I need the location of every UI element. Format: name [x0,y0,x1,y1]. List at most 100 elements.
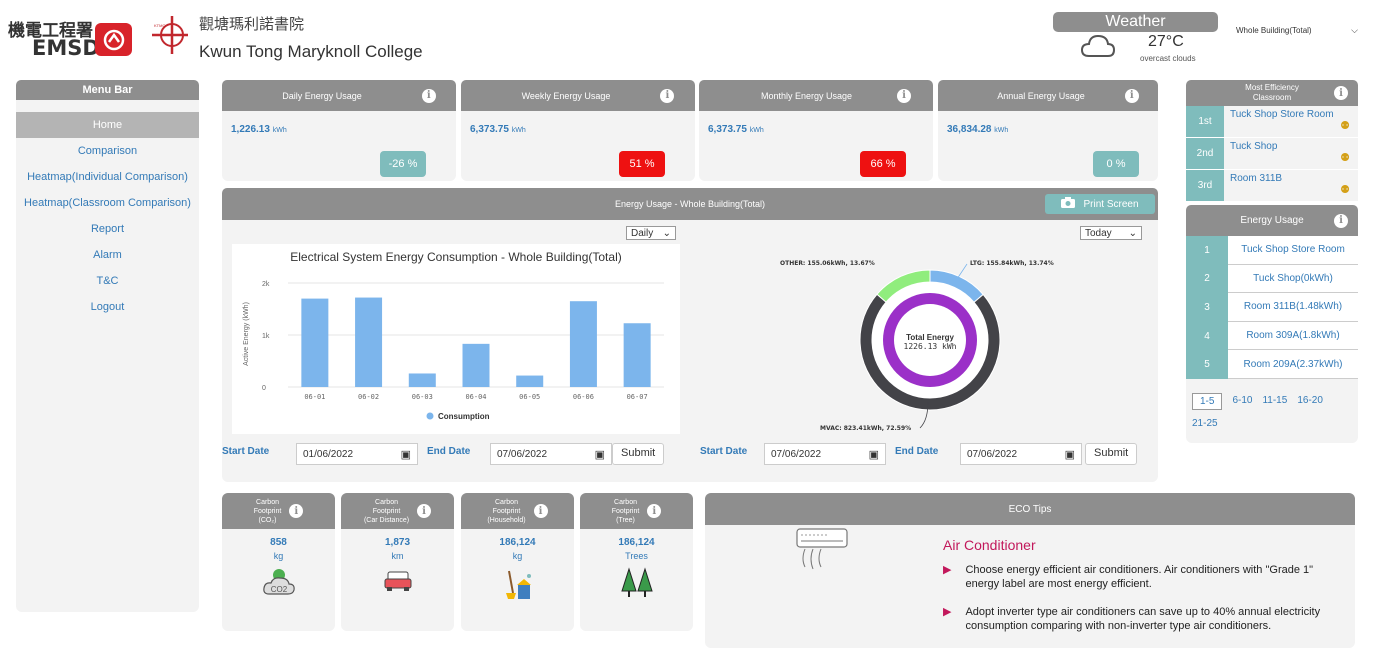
y-tick-label: 2k [262,281,270,288]
daily-usage-change: -26 % [380,151,426,177]
menu-item-heatmap-classroom[interactable]: Heatmap(Classroom Comparison) [16,190,199,216]
print-screen-button[interactable]: Print Screen [1045,194,1155,214]
daily-usage-unit: kWh [272,127,287,134]
gold-medal-icon: ⚉ [1340,120,1350,132]
right-submit-button[interactable]: Submit [1085,443,1138,465]
menu-item-home[interactable]: Home [16,112,199,138]
menu-item-report[interactable]: Report [16,216,199,242]
info-icon[interactable]: i [1334,213,1348,228]
building-select[interactable]: Whole Building(Total) ⌵ [1232,20,1362,40]
menu-bar: Menu Bar Home Comparison Heatmap(Individ… [16,80,199,612]
eco-tip-item: ▶ Choose energy efficient air conditione… [943,563,1329,591]
bar-06-06[interactable] [569,301,597,387]
carbon-household-title-1: Carbon [495,498,518,506]
list-item: 4 Room 309A(1.8kWh) [1186,321,1358,351]
bar-06-01[interactable] [301,298,329,387]
bar-legend-label[interactable]: Consumption [438,412,490,421]
energy-usage-panel-header: Energy Usage - Whole Building(Total) Pri… [222,188,1158,220]
carbon-co2-title-2: Footprint [253,507,282,515]
right-end-date-label: End Date [895,446,939,457]
daily-usage-card: Daily Energy Usage i 1,226.13 kWh -26 % [222,80,456,181]
bar-06-05[interactable] [516,375,544,387]
info-icon[interactable]: i [1334,86,1348,100]
classroom-name[interactable]: Tuck Shop ⚉ [1224,138,1358,169]
carbon-tree-unit: Trees [625,551,648,561]
bar-06-07[interactable] [623,323,651,387]
carbon-car-header: Carbon Footprint (Car Distance) i [341,493,454,529]
pie-connector-ltg [956,263,968,280]
classroom-name[interactable]: Tuck Shop Store Room ⚉ [1224,106,1358,137]
weekly-usage-card: Weekly Energy Usage i 6,373.75 kWh 51 % [461,80,695,181]
monthly-usage-change: 66 % [860,151,906,177]
cloud-icon [1080,32,1116,60]
list-item: 2 Tuck Shop(0kWh) [1186,264,1358,294]
energy-usage-rank-card: Energy Usage i 1 Tuck Shop Store Room 2 Tu… [1186,205,1358,443]
page-link[interactable]: 11-15 [1262,393,1287,410]
x-tick-label: 06-05 [519,393,540,401]
info-icon[interactable]: i [1124,88,1139,103]
right-end-date-input[interactable]: 07/06/2022 ▣ [960,443,1082,465]
bar-06-02[interactable] [355,297,383,387]
period-select[interactable]: Daily ⌄ [626,226,676,240]
bar-06-03[interactable] [408,373,436,387]
svg-text:KTMC: KTMC [154,23,165,28]
page-link[interactable]: 6-10 [1232,393,1252,410]
eco-tip-text: Choose energy efficient air conditioners… [965,564,1314,590]
page-link[interactable]: 16-20 [1297,393,1323,410]
chevron-down-icon: ⌄ [1128,227,1137,239]
x-tick-label: 06-01 [304,393,325,401]
annual-usage-card: Annual Energy Usage i 36,834.28 kWh 0 % [938,80,1158,181]
carbon-co2-value: 858 [270,537,287,548]
menu-item-logout[interactable]: Logout [16,294,199,320]
emsd-logo: 機電工程署 EMSD [6,14,132,62]
info-icon[interactable]: i [647,504,662,518]
carbon-tree-title-3: (Tree) [616,516,635,524]
right-start-date-value: 07/06/2022 [771,448,822,460]
most-efficiency-title: Most Efficiency Classroom [1245,83,1299,102]
list-item: 5 Room 209A(2.37kWh) [1186,350,1358,379]
menu-item-heatmap-individual[interactable]: Heatmap(Individual Comparison) [16,164,199,190]
bar-chart-svg: Electrical System Energy Consumption - W… [243,250,664,421]
co2-cloud-icon: CO2 [222,567,335,600]
left-submit-button[interactable]: Submit [612,443,665,465]
left-start-date-input[interactable]: 01/06/2022 ▣ [296,443,418,465]
x-tick-label: 06-03 [412,393,433,401]
page-link[interactable]: 21-25 [1192,418,1218,429]
rank-label: 4 [1186,321,1228,351]
info-icon[interactable]: i [421,88,436,103]
range-select[interactable]: Today ⌄ [1080,226,1142,240]
energy-usage-rank-title: Energy Usage [1240,215,1304,226]
y-tick-label: 0 [262,385,266,392]
triangle-bullet-icon: ▶ [943,564,952,576]
chevron-down-icon: ⌵ [1351,24,1358,35]
monthly-usage-title: Monthly Energy Usage [760,90,853,101]
classroom-link[interactable]: Room 311B(1.48kWh) [1228,293,1358,322]
list-item: 2nd Tuck Shop ⚉ [1186,138,1358,170]
annual-usage-change: 0 % [1093,151,1139,177]
triangle-bullet-icon: ▶ [943,606,952,618]
info-icon[interactable]: i [417,504,432,518]
info-icon[interactable]: i [533,504,548,518]
pie-label-mvac: MVAC: 823.41kWh, 72.59% [820,425,911,432]
classroom-link[interactable]: Tuck Shop(0kWh) [1228,264,1358,294]
classroom-link[interactable]: Room 309A(1.8kWh) [1228,321,1358,351]
weekly-usage-value: 6,373.75 [470,124,509,135]
info-icon[interactable]: i [660,88,675,103]
eco-tip-item: ▶ Adopt inverter type air conditioners c… [943,605,1329,633]
carbon-household-value: 186,124 [499,537,536,548]
classroom-link[interactable]: Room 209A(2.37kWh) [1228,350,1358,379]
page-link[interactable]: 1-5 [1192,393,1223,410]
info-icon[interactable]: i [289,504,304,518]
right-start-date-input[interactable]: 07/06/2022 ▣ [764,443,886,465]
classroom-name[interactable]: Room 311B ⚉ [1224,170,1358,201]
classroom-name-text: Tuck Shop Store Room [1230,109,1334,120]
info-icon[interactable]: i [897,88,912,103]
menu-item-alarm[interactable]: Alarm [16,242,199,268]
menu-item-tandc[interactable]: T&C [16,268,199,294]
bar-06-04[interactable] [462,343,490,387]
carbon-co2-header: Carbon Footprint (CO₂) i [222,493,335,529]
classroom-link[interactable]: Tuck Shop Store Room [1228,236,1358,265]
menu-item-comparison[interactable]: Comparison [16,138,199,164]
bar-chart-title: Electrical System Energy Consumption - W… [290,250,621,264]
left-end-date-input[interactable]: 07/06/2022 ▣ [490,443,612,465]
